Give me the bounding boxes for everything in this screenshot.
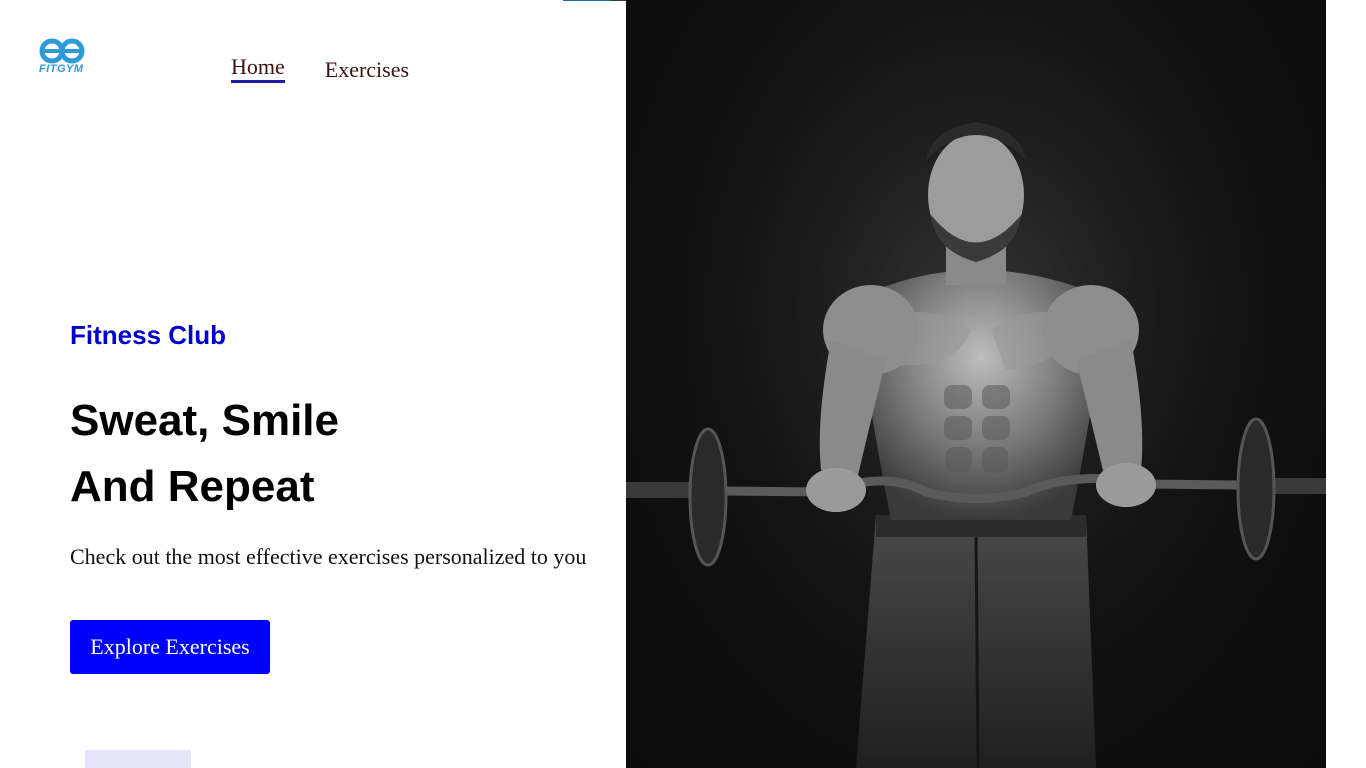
- nav-exercises[interactable]: Exercises: [325, 57, 409, 83]
- explore-exercises-button[interactable]: Explore Exercises: [70, 620, 270, 674]
- main-nav: Home Exercises: [231, 54, 409, 83]
- top-accent-strip: [563, 0, 611, 1]
- headline-line-2: And Repeat: [70, 462, 315, 511]
- hero-subtext: Check out the most effective exercises p…: [70, 544, 587, 569]
- hero-image: [626, 0, 1326, 768]
- hero-eyebrow: Fitness Club: [70, 320, 227, 350]
- logo-text: FITGYM: [39, 63, 84, 75]
- fitgym-logo-icon[interactable]: FITGYM: [36, 38, 94, 82]
- headline-line-1: Sweat, Smile: [70, 396, 340, 445]
- athlete-barbell-illustration: [626, 20, 1326, 768]
- nav-home[interactable]: Home: [231, 54, 285, 83]
- hero-headline: Sweat, Smile And Repeat: [70, 388, 339, 520]
- bottom-decor-block: [85, 750, 191, 768]
